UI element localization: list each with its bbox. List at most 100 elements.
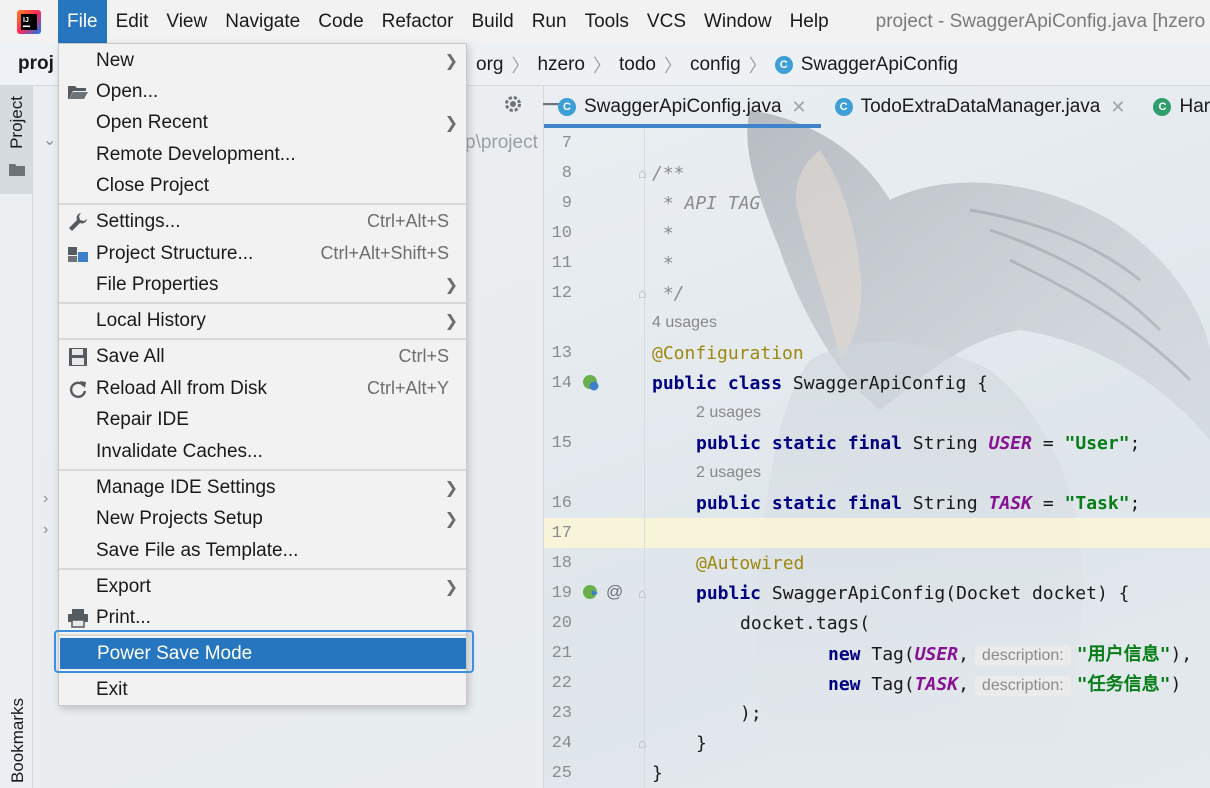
fold-icon[interactable]: ⌂ bbox=[638, 585, 646, 601]
menu-help[interactable]: Help bbox=[781, 0, 838, 43]
menu-run[interactable]: Run bbox=[523, 0, 576, 43]
code-line: 12 ⌂ */ bbox=[544, 278, 1210, 308]
code-line: 25 } bbox=[544, 758, 1210, 788]
usages-hint[interactable]: 2 usages bbox=[696, 404, 761, 422]
menu-item-close-project[interactable]: Close Project bbox=[59, 170, 466, 201]
menu-bar: IJ File Edit View Navigate Code Refactor… bbox=[0, 0, 1210, 43]
line-number: 14 bbox=[551, 373, 572, 393]
chevron-right-icon[interactable]: › bbox=[43, 521, 48, 539]
code-editor[interactable]: 7 8 ⌂ /** 9 * API TAG 10 * 11 * 12 ⌂ */ … bbox=[544, 128, 1210, 788]
line-number: 15 bbox=[551, 433, 572, 453]
class-icon: C bbox=[1153, 98, 1172, 116]
menu-item-open-recent[interactable]: Open Recent ❯ bbox=[59, 107, 466, 138]
code-line: 23 ); bbox=[544, 698, 1210, 728]
tab-label: SwaggerApiConfig.java bbox=[584, 96, 782, 117]
usages-hint[interactable]: 4 usages bbox=[652, 314, 717, 332]
line-number: 23 bbox=[551, 703, 572, 723]
class-icon: C bbox=[558, 98, 576, 116]
code-line: 10 * bbox=[544, 218, 1210, 248]
menu-file[interactable]: File bbox=[58, 0, 107, 43]
code-line: 18 @Autowired bbox=[544, 548, 1210, 578]
usages-hint[interactable]: 2 usages bbox=[696, 464, 761, 482]
menu-item-invalidate-caches[interactable]: Invalidate Caches... bbox=[59, 436, 466, 467]
tab-todoextradatamanager[interactable]: C TodoExtraDataManager.java ✕ bbox=[821, 86, 1140, 128]
menu-view[interactable]: View bbox=[157, 0, 216, 43]
class-declaration: public class SwaggerApiConfig { bbox=[652, 372, 988, 394]
gear-icon[interactable] bbox=[503, 94, 523, 114]
class-icon: C bbox=[774, 55, 793, 74]
project-tool-button[interactable]: Project bbox=[0, 86, 33, 194]
menu-window[interactable]: Window bbox=[695, 0, 781, 43]
line-number: 17 bbox=[551, 523, 572, 543]
menu-item-save-all[interactable]: Save All Ctrl+S bbox=[59, 341, 466, 372]
menu-item-file-properties[interactable]: File Properties ❯ bbox=[59, 269, 466, 300]
menu-item-settings[interactable]: Settings... Ctrl+Alt+S bbox=[59, 206, 466, 237]
menu-item-exit[interactable]: Exit bbox=[59, 674, 466, 705]
menu-item-remote-development[interactable]: Remote Development... bbox=[59, 139, 466, 170]
menu-item-export[interactable]: Export ❯ bbox=[59, 571, 466, 602]
menu-item-print[interactable]: Print... bbox=[59, 602, 466, 633]
menu-code[interactable]: Code bbox=[309, 0, 372, 43]
line-number: 16 bbox=[551, 493, 572, 513]
menu-separator bbox=[59, 338, 466, 340]
annotation-text: @Configuration bbox=[652, 342, 804, 364]
line-number: 24 bbox=[551, 733, 572, 753]
intellij-logo-icon[interactable]: IJ bbox=[0, 0, 58, 43]
menu-item-repair-ide[interactable]: Repair IDE bbox=[59, 404, 466, 435]
breadcrumb-item-todo[interactable]: todo bbox=[619, 54, 656, 76]
line-number: 20 bbox=[551, 613, 572, 633]
project-structure-icon bbox=[66, 242, 90, 266]
fold-icon[interactable]: ⌂ bbox=[638, 735, 646, 751]
menu-item-new-projects-setup[interactable]: New Projects Setup ❯ bbox=[59, 503, 466, 534]
menu-item-local-history[interactable]: Local History ❯ bbox=[59, 305, 466, 336]
tab-swaggerapiconfig[interactable]: C SwaggerApiConfig.java ✕ bbox=[544, 86, 821, 128]
project-name[interactable]: proj bbox=[18, 53, 54, 75]
menu-item-save-file-as-template[interactable]: Save File as Template... bbox=[59, 535, 466, 566]
menu-build[interactable]: Build bbox=[462, 0, 522, 43]
chevron-down-icon[interactable]: ⌄ bbox=[43, 130, 56, 150]
menu-item-project-structure[interactable]: Project Structure... Ctrl+Alt+Shift+S bbox=[59, 238, 466, 269]
breadcrumb-item-org[interactable]: org bbox=[476, 54, 503, 76]
submenu-arrow-icon: ❯ bbox=[444, 114, 458, 132]
fold-icon[interactable]: ⌂ bbox=[638, 165, 646, 181]
tab-har[interactable]: C Har bbox=[1139, 86, 1210, 128]
chevron-right-icon[interactable]: › bbox=[43, 490, 48, 508]
focus-ring bbox=[54, 630, 474, 673]
menu-item-open[interactable]: Open... bbox=[59, 76, 466, 107]
close-icon[interactable]: ✕ bbox=[1110, 97, 1125, 118]
menu-vcs[interactable]: VCS bbox=[638, 0, 695, 43]
bookmarks-tool-button[interactable]: Bookmarks bbox=[8, 698, 28, 783]
menu-separator bbox=[59, 302, 466, 304]
line-number: 18 bbox=[551, 553, 572, 573]
folder-open-icon bbox=[66, 80, 90, 104]
folder-icon bbox=[9, 164, 25, 176]
code-line: 15 public static final String USER = "Us… bbox=[544, 428, 1210, 458]
menu-separator bbox=[59, 469, 466, 471]
chevron-right-icon: 〉 bbox=[593, 55, 611, 76]
fold-icon[interactable]: ⌂ bbox=[638, 285, 646, 301]
chevron-right-icon: 〉 bbox=[511, 55, 530, 76]
menu-separator bbox=[59, 203, 466, 205]
menu-item-reload-all[interactable]: Reload All from Disk Ctrl+Alt+Y bbox=[59, 373, 466, 404]
usages-hint-row: 4 usages bbox=[544, 308, 1210, 338]
menu-navigate[interactable]: Navigate bbox=[216, 0, 309, 43]
submenu-arrow-icon: ❯ bbox=[444, 276, 458, 294]
menu-edit[interactable]: Edit bbox=[107, 0, 158, 43]
class-icon: C bbox=[834, 98, 853, 116]
project-path: p\project bbox=[465, 132, 538, 153]
bean-icon[interactable] bbox=[582, 374, 600, 392]
editor-tabs: C SwaggerApiConfig.java ✕ C TodoExtraDat… bbox=[544, 86, 1210, 128]
project-tool-label: Project bbox=[7, 96, 26, 149]
breadcrumb-item-hzero[interactable]: hzero bbox=[537, 54, 585, 76]
menu-item-new[interactable]: New ❯ bbox=[59, 45, 466, 76]
autowired-marker-icon[interactable]: @ bbox=[606, 582, 623, 602]
code-line: 7 bbox=[544, 128, 1210, 158]
menu-refactor[interactable]: Refactor bbox=[373, 0, 463, 43]
breadcrumb-item-config[interactable]: config bbox=[690, 54, 741, 76]
menu-item-manage-ide-settings[interactable]: Manage IDE Settings ❯ bbox=[59, 472, 466, 503]
line-number: 11 bbox=[551, 253, 572, 273]
breadcrumb-item-class[interactable]: C SwaggerApiConfig bbox=[774, 54, 958, 76]
bean-icon[interactable] bbox=[582, 584, 600, 602]
close-icon[interactable]: ✕ bbox=[792, 97, 807, 118]
menu-tools[interactable]: Tools bbox=[576, 0, 638, 43]
